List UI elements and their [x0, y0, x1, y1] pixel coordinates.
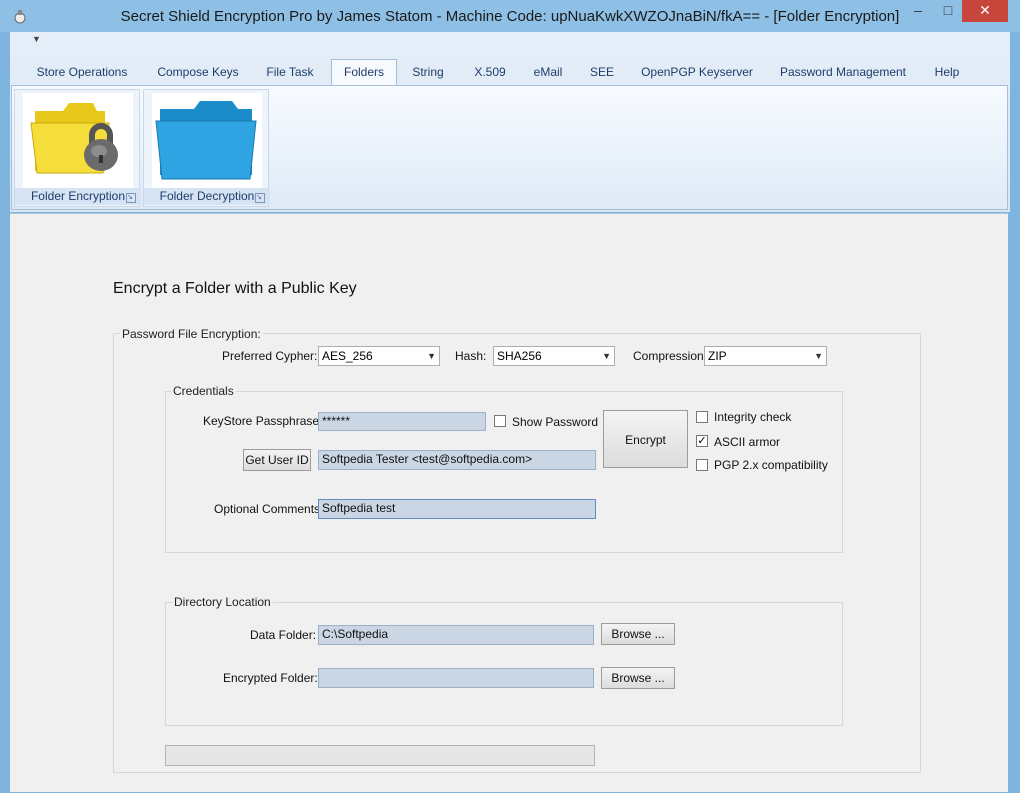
show-password-label: Show Password	[512, 415, 599, 429]
ascii-armor-label: ASCII armor	[714, 435, 781, 449]
user-id-field[interactable]: Softpedia Tester <test@softpedia.com>	[318, 450, 596, 470]
cypher-value: AES_256	[322, 349, 373, 363]
integrity-check-checkbox[interactable]	[696, 411, 708, 423]
cypher-label: Preferred Cypher:	[222, 349, 318, 363]
tab-help[interactable]: Help	[926, 60, 968, 84]
window-title: Secret Shield Encryption Pro by James St…	[120, 8, 900, 25]
progress-bar	[165, 745, 595, 766]
cypher-select[interactable]: AES_256 ▼	[318, 346, 440, 366]
tab-folders[interactable]: Folders	[331, 59, 397, 86]
tab-openpgp-keyserver[interactable]: OpenPGP Keyserver	[634, 60, 760, 84]
folder-encryption-label: Folder Encryption	[15, 188, 141, 205]
folder-decryption-label: Folder Decryption	[144, 188, 270, 205]
password-file-encryption-legend: Password File Encryption:	[120, 327, 263, 341]
folder-encryption-group[interactable]: Folder Encryption ↘	[14, 89, 141, 207]
chevron-down-icon: ▼	[602, 351, 611, 361]
hash-select[interactable]: SHA256 ▼	[493, 346, 615, 366]
directory-location-legend: Directory Location	[172, 595, 273, 609]
encrypt-button[interactable]: Encrypt	[603, 410, 688, 468]
browse-encrypted-folder-button[interactable]: Browse ...	[601, 667, 675, 689]
credentials-legend: Credentials	[171, 384, 236, 398]
dialog-launcher-icon[interactable]: ↘	[255, 193, 265, 203]
dialog-launcher-icon[interactable]: ↘	[126, 193, 136, 203]
data-folder-field[interactable]: C:\Softpedia	[318, 625, 594, 645]
get-user-id-button[interactable]: Get User ID	[243, 449, 311, 471]
page-title: Encrypt a Folder with a Public Key	[113, 280, 357, 297]
tab-email[interactable]: eMail	[526, 60, 570, 84]
tab-see[interactable]: SEE	[582, 60, 622, 84]
maximize-button[interactable]: □	[934, 0, 962, 22]
directory-location-group	[165, 602, 843, 726]
compression-select[interactable]: ZIP ▼	[704, 346, 827, 366]
pgp2-compatibility-label: PGP 2.x compatibility	[714, 458, 828, 472]
passphrase-label: KeyStore Passphrase:	[203, 414, 323, 428]
chevron-down-icon: ▼	[814, 351, 823, 361]
folder-blue-icon[interactable]	[152, 93, 262, 188]
comments-label: Optional Comments:	[214, 502, 324, 516]
chevron-down-icon: ▼	[427, 351, 436, 361]
folder-decryption-group[interactable]: Folder Decryption ↘	[143, 89, 270, 207]
hash-label: Hash:	[455, 349, 487, 363]
folder-lock-icon[interactable]	[23, 93, 133, 188]
show-password-checkbox[interactable]	[494, 415, 506, 427]
minimize-button[interactable]: –	[904, 0, 932, 22]
passphrase-field[interactable]: ******	[318, 412, 486, 431]
encrypted-folder-label: Encrypted Folder:	[223, 671, 318, 685]
encrypted-folder-field[interactable]	[318, 668, 594, 688]
tab-file-task[interactable]: File Task	[256, 60, 324, 84]
hash-value: SHA256	[497, 349, 542, 363]
tab-password-management[interactable]: Password Management	[772, 60, 914, 84]
quick-access-dropdown-icon[interactable]: ▼	[32, 34, 41, 44]
pgp2-compatibility-checkbox[interactable]	[696, 459, 708, 471]
compression-label: Compression	[633, 349, 704, 363]
browse-data-folder-button[interactable]: Browse ...	[601, 623, 675, 645]
tab-compose-keys[interactable]: Compose Keys	[148, 60, 248, 84]
integrity-check-label: Integrity check	[714, 410, 792, 424]
close-button[interactable]: ✕	[962, 0, 1008, 22]
tab-string[interactable]: String	[403, 60, 453, 84]
data-folder-label: Data Folder:	[250, 628, 317, 642]
comments-field[interactable]: Softpedia test	[318, 499, 596, 519]
tab-store-operations[interactable]: Store Operations	[26, 60, 138, 84]
tab-x509[interactable]: X.509	[465, 60, 515, 84]
compression-value: ZIP	[708, 349, 727, 363]
ascii-armor-checkbox[interactable]: ✓	[696, 435, 708, 447]
